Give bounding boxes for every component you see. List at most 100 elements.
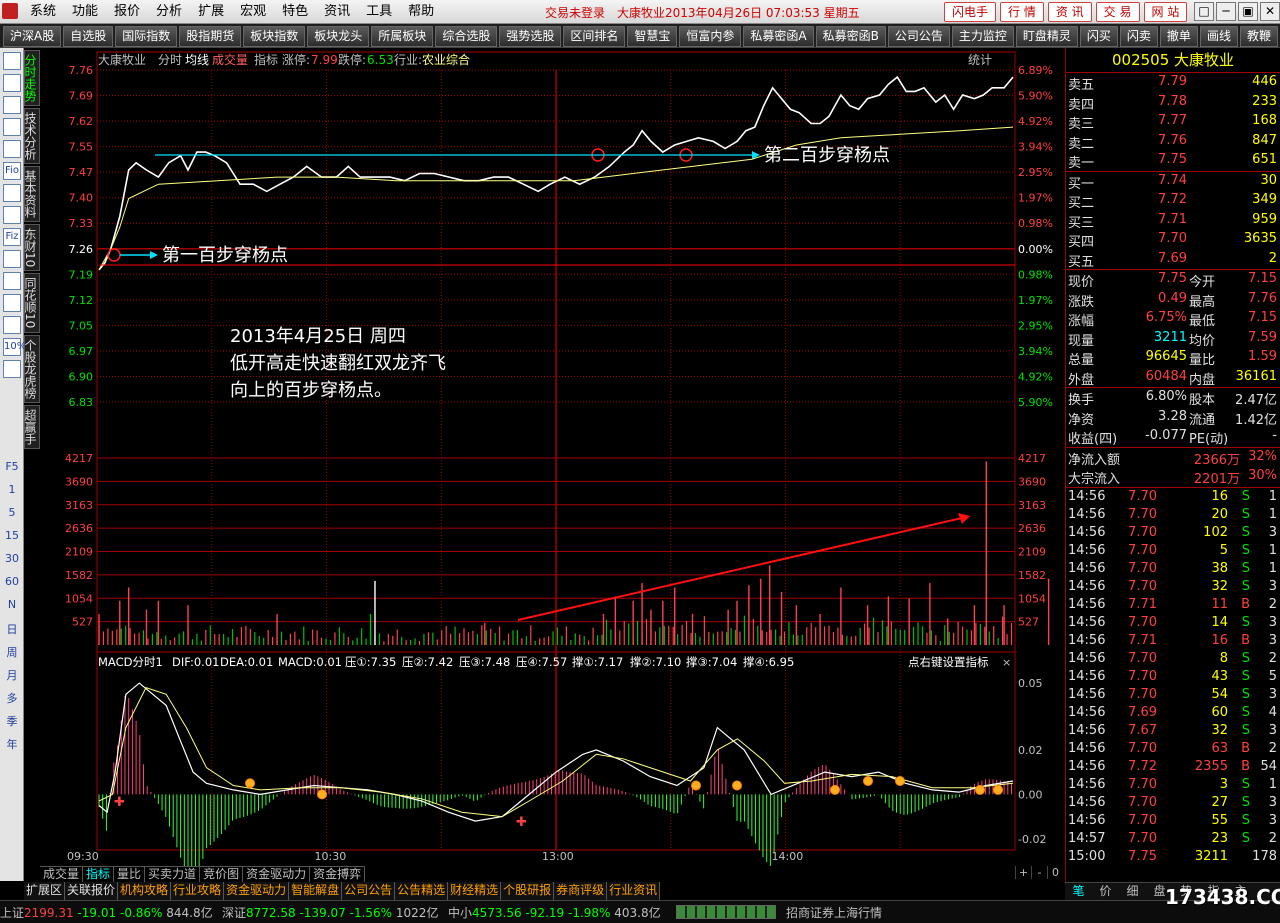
sell-signal-icon bbox=[975, 784, 985, 795]
toolbar-button-20[interactable]: 画线 bbox=[1199, 26, 1238, 47]
maximize-icon[interactable]: ▣ bbox=[1238, 2, 1258, 21]
ask-row[interactable]: 卖三 7.77 168 bbox=[1066, 112, 1280, 132]
bottom-tab-7[interactable]: 公告精选 bbox=[395, 882, 449, 900]
minimize-icon[interactable]: ─ bbox=[1216, 2, 1236, 21]
tick-row[interactable]: 14:56 7.71 11 B 2 bbox=[1066, 596, 1280, 614]
price-label: 7.05 bbox=[69, 319, 94, 332]
ask-row[interactable]: 卖二 7.76 847 bbox=[1066, 132, 1280, 152]
fund-row[interactable]: 收益(四) -0.077 PE(动) - bbox=[1066, 427, 1280, 447]
tick-row[interactable]: 14:56 7.70 8 S 2 bbox=[1066, 650, 1280, 668]
fund-row[interactable]: 换手 6.80% 股本 2.47亿 bbox=[1066, 388, 1280, 408]
tick-list[interactable]: 14:56 7.70 16 S 1 14:56 7.70 20 S 1 14:56 7.70 102 S 3… bbox=[1066, 488, 1280, 866]
ask-row[interactable]: 卖五 7.79 446 bbox=[1066, 73, 1280, 93]
chart-tab-3[interactable]: 买卖力道 bbox=[145, 867, 201, 882]
chart-tab-1[interactable]: 指标 bbox=[83, 867, 115, 882]
chart-header-indicator: 指标 bbox=[254, 52, 278, 67]
stat-row[interactable]: 外盘 60484 内盘 36161 bbox=[1066, 368, 1280, 388]
intraday-chart[interactable]: 大康牧业 分时 均线 成交量 指标 涨停: 7.99 跌停: 6.53 行业: 农业综合 统计 7.76… bbox=[0, 0, 1065, 866]
ask-volume: 168 bbox=[1252, 113, 1277, 128]
sz-index[interactable]: 深证8772.58 -139.07 -1.56% 1022亿 bbox=[222, 904, 438, 921]
flow-row[interactable]: 净流入额 2366万 32% bbox=[1066, 448, 1280, 468]
ask-row[interactable]: 卖一 7.75 651 bbox=[1066, 151, 1280, 171]
quote-tab-1[interactable]: 价 bbox=[1092, 883, 1119, 900]
sh-index[interactable]: 上证2199.31 -19.01 -0.86% 844.8亿 bbox=[0, 904, 213, 921]
zoom-control-1[interactable]: - bbox=[1031, 866, 1047, 879]
restore-icon[interactable]: □ bbox=[1194, 2, 1214, 21]
sell-signal-icon bbox=[993, 784, 1003, 795]
tick-row[interactable]: 14:56 7.67 32 S 3 bbox=[1066, 722, 1280, 740]
chart-tab-2[interactable]: 量比 bbox=[114, 867, 146, 882]
ask-volume: 651 bbox=[1252, 152, 1277, 167]
bottom-tab-2[interactable]: 机构攻略 bbox=[118, 882, 172, 900]
bid-row[interactable]: 买三 7.71 959 bbox=[1066, 211, 1280, 231]
stat-row[interactable]: 涨跌 0.49 最高 7.76 bbox=[1066, 290, 1280, 310]
sell-signal-icon bbox=[863, 776, 873, 787]
zoom-control-2[interactable]: 0 bbox=[1047, 866, 1063, 879]
chart-tab-6[interactable]: 资金搏弈 bbox=[310, 867, 366, 882]
ask-price: 7.76 bbox=[1158, 132, 1187, 148]
bottom-tab-0[interactable]: 扩展区 bbox=[24, 882, 66, 900]
bid-row[interactable]: 买五 7.69 2 bbox=[1066, 250, 1280, 270]
chart-tab-4[interactable]: 竞价图 bbox=[200, 867, 244, 882]
tick-row[interactable]: 14:56 7.70 102 S 3 bbox=[1066, 524, 1280, 542]
bid-row[interactable]: 买一 7.74 30 bbox=[1066, 172, 1280, 192]
bid-row[interactable]: 买二 7.72 349 bbox=[1066, 191, 1280, 211]
fund-row[interactable]: 净资 3.28 流通 1.42亿 bbox=[1066, 408, 1280, 428]
tick-row[interactable]: 14:56 7.70 20 S 1 bbox=[1066, 506, 1280, 524]
tick-row[interactable]: 14:56 7.70 16 S 1 bbox=[1066, 488, 1280, 506]
tick-row[interactable]: 14:56 7.71 16 B 3 bbox=[1066, 632, 1280, 650]
tick-row[interactable]: 14:56 7.70 54 S 3 bbox=[1066, 686, 1280, 704]
toolbar-button-18[interactable]: 闪卖 bbox=[1119, 26, 1158, 47]
chart-tab-5[interactable]: 资金驱动力 bbox=[243, 867, 311, 882]
bottom-tab-1[interactable]: 关联报价 bbox=[65, 882, 119, 900]
chart-tab-0[interactable]: 成交量 bbox=[40, 867, 84, 882]
stat-row[interactable]: 总量 96645 量比 1.59 bbox=[1066, 348, 1280, 368]
bottom-tab-4[interactable]: 资金驱动力 bbox=[224, 882, 290, 900]
close-icon[interactable]: ✕ bbox=[1260, 2, 1280, 21]
tick-row[interactable]: 14:56 7.70 55 S 3 bbox=[1066, 812, 1280, 830]
volume-label-right: 527 bbox=[1018, 616, 1039, 629]
quick-link-3[interactable]: 交 易 bbox=[1095, 2, 1140, 22]
sme-label: 中小 bbox=[448, 906, 473, 920]
tick-row[interactable]: 14:56 7.70 3 S 1 bbox=[1066, 776, 1280, 794]
fund-value2: 2.47亿 bbox=[1235, 393, 1277, 408]
toolbar-button-17[interactable]: 闪买 bbox=[1079, 26, 1118, 47]
tick-row[interactable]: 14:56 7.70 43 S 5 bbox=[1066, 668, 1280, 686]
price-label: 7.40 bbox=[69, 192, 94, 205]
bottom-tab-3[interactable]: 行业攻略 bbox=[171, 882, 225, 900]
stat-row[interactable]: 现量 3211 均价 7.59 bbox=[1066, 329, 1280, 349]
tick-row[interactable]: 14:56 7.70 38 S 1 bbox=[1066, 560, 1280, 578]
bottom-tab-11[interactable]: 行业资讯 bbox=[607, 882, 661, 900]
bottom-tab-9[interactable]: 个股研报 bbox=[501, 882, 555, 900]
tick-volume: 3211 bbox=[1194, 848, 1228, 864]
stat-row[interactable]: 涨幅 6.75% 最低 7.15 bbox=[1066, 309, 1280, 329]
zoom-control-0[interactable]: + bbox=[1015, 866, 1031, 879]
tick-row[interactable]: 14:56 7.70 5 S 1 bbox=[1066, 542, 1280, 560]
tick-row[interactable]: 14:57 7.70 23 S 2 bbox=[1066, 830, 1280, 848]
tick-row[interactable]: 14:56 7.70 63 B 2 bbox=[1066, 740, 1280, 758]
tick-row[interactable]: 15:00 7.75 3211 178 bbox=[1066, 848, 1280, 866]
flow-row[interactable]: 大宗流入 2201万 30% bbox=[1066, 467, 1280, 487]
volume-label: 4217 bbox=[65, 452, 93, 465]
bid-row[interactable]: 买四 7.70 3635 bbox=[1066, 230, 1280, 250]
tick-row[interactable]: 14:56 7.70 14 S 3 bbox=[1066, 614, 1280, 632]
macd-axis-label: 0.00 bbox=[1018, 788, 1043, 801]
tick-side: S bbox=[1241, 650, 1250, 666]
sz-percent: -1.56% bbox=[349, 906, 393, 920]
toolbar-button-19[interactable]: 撤单 bbox=[1159, 26, 1198, 47]
quote-tab-2[interactable]: 细 bbox=[1119, 883, 1146, 900]
toolbar-button-21[interactable]: 教鞭 bbox=[1239, 26, 1278, 47]
bottom-tab-10[interactable]: 券商评级 bbox=[554, 882, 608, 900]
stat-row[interactable]: 现价 7.75 今开 7.15 bbox=[1066, 270, 1280, 290]
ask-row[interactable]: 卖四 7.78 233 bbox=[1066, 93, 1280, 113]
tick-row[interactable]: 14:56 7.70 27 S 3 bbox=[1066, 794, 1280, 812]
tick-row[interactable]: 14:56 7.72 2355 B 54 bbox=[1066, 758, 1280, 776]
bottom-tab-5[interactable]: 智能解盘 bbox=[289, 882, 343, 900]
tick-row[interactable]: 14:56 7.70 32 S 3 bbox=[1066, 578, 1280, 596]
quote-tab-0[interactable]: 笔 bbox=[1065, 883, 1092, 900]
sme-index[interactable]: 中小4573.56 -92.19 -1.98% 403.8亿 bbox=[448, 904, 661, 921]
quick-link-4[interactable]: 网 站 bbox=[1143, 2, 1188, 22]
tick-row[interactable]: 14:56 7.69 60 S 4 bbox=[1066, 704, 1280, 722]
bottom-tab-8[interactable]: 财经精选 bbox=[448, 882, 502, 900]
bottom-tab-6[interactable]: 公司公告 bbox=[342, 882, 396, 900]
